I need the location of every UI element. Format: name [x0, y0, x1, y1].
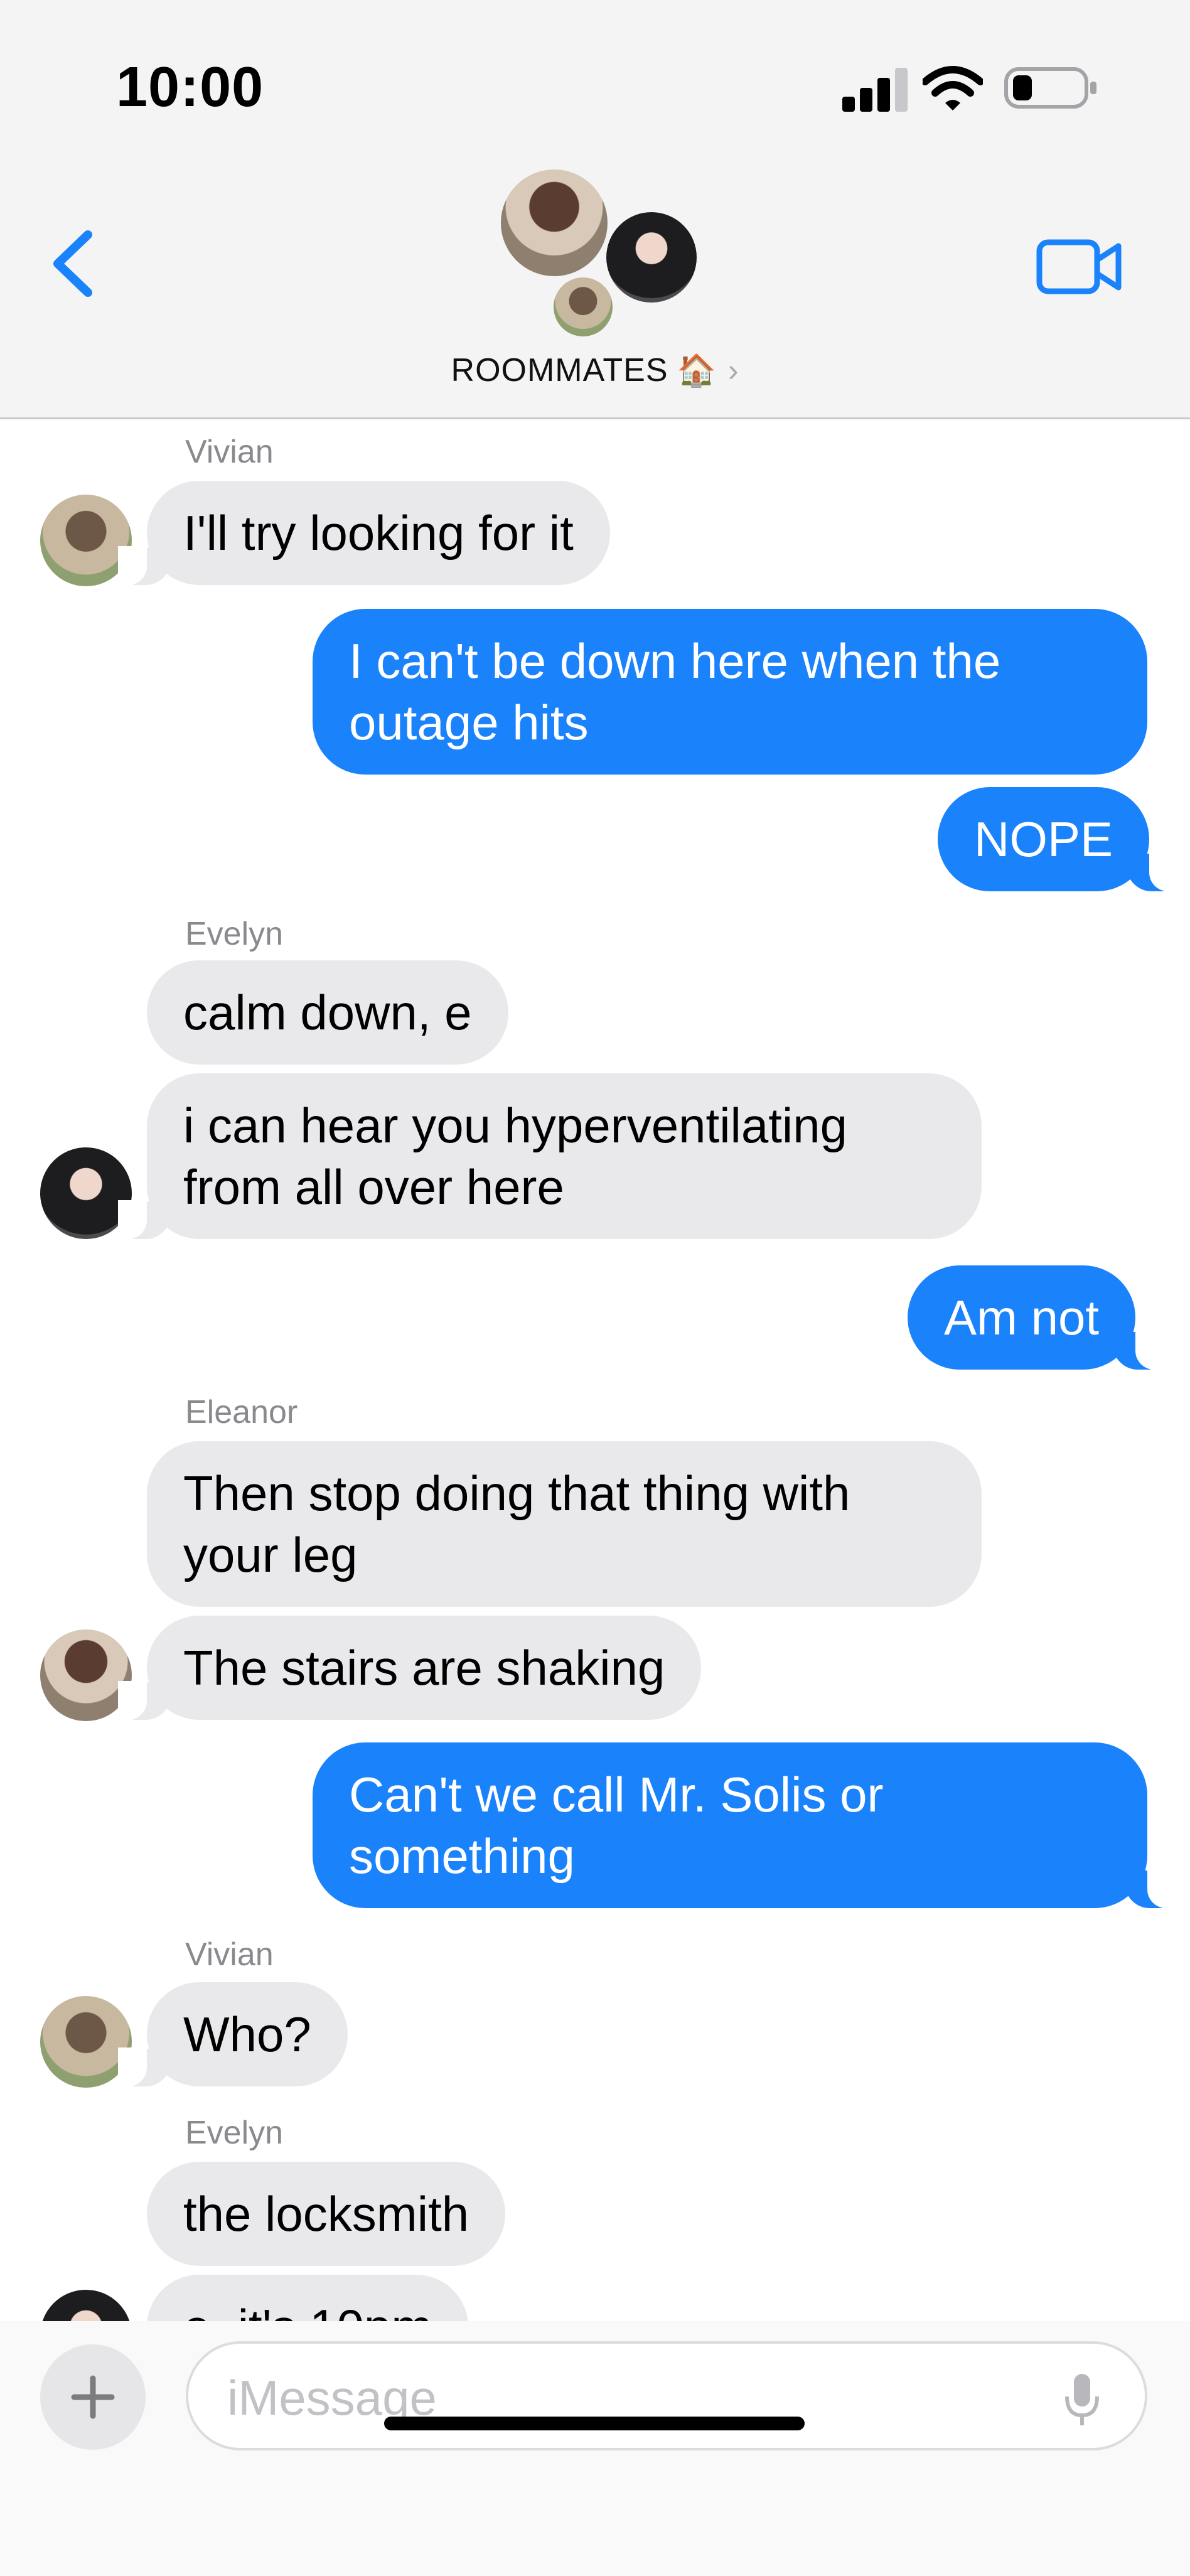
- sender-name: Eleanor: [185, 1394, 298, 1430]
- message-bubble-incoming[interactable]: calm down, e: [147, 960, 508, 1065]
- chevron-right-icon: ›: [727, 353, 739, 388]
- message-bubble-incoming[interactable]: the locksmith: [147, 2162, 506, 2266]
- battery-icon: [1004, 67, 1096, 109]
- message-bubble-outgoing[interactable]: I can't be down here when the outage hit…: [313, 609, 1147, 775]
- message-field[interactable]: [186, 2341, 1147, 2450]
- message-thread[interactable]: Vivian I'll try looking for it I can't b…: [0, 419, 1190, 2321]
- avatar-eleanor: [501, 169, 608, 276]
- sender-name: Vivian: [185, 1936, 274, 1973]
- message-bubble-incoming[interactable]: i can hear you hyperventilating from all…: [118, 1073, 982, 1239]
- message-bubble-incoming[interactable]: The stairs are shaking: [117, 1616, 702, 1720]
- sender-name: Evelyn: [185, 916, 284, 952]
- house-emoji: 🏠: [677, 353, 717, 388]
- microphone-icon[interactable]: [1063, 2371, 1101, 2428]
- video-call-icon[interactable]: [1036, 239, 1123, 295]
- message-bubble-incoming[interactable]: I'll try looking for it: [118, 481, 610, 585]
- back-button[interactable]: [44, 226, 100, 301]
- message-bubble-outgoing[interactable]: NOPE: [938, 787, 1180, 891]
- message-bubble-outgoing[interactable]: Can't we call Mr. Solis or something: [313, 1742, 1177, 1908]
- plus-icon: [71, 2375, 115, 2419]
- compose-bar: [0, 2321, 1190, 2576]
- group-name-label: ROOMMATES: [451, 352, 668, 389]
- apps-button[interactable]: [40, 2344, 146, 2450]
- cellular-signal-icon: [842, 68, 908, 112]
- avatar-evelyn: [606, 212, 697, 303]
- group-name[interactable]: ROOMMATES 🏠 ›: [0, 352, 1190, 389]
- avatar-vivian: [554, 277, 613, 336]
- avatar-evelyn: [40, 2290, 132, 2321]
- sender-name: Evelyn: [185, 2115, 284, 2151]
- message-bubble-outgoing[interactable]: Am not: [908, 1265, 1166, 1370]
- message-bubble-incoming[interactable]: Who?: [118, 1982, 348, 2086]
- status-time: 10:00: [116, 56, 264, 119]
- group-avatar-cluster[interactable]: [496, 169, 703, 339]
- wifi-icon: [923, 66, 983, 110]
- message-bubble-incoming[interactable]: e, it's 10pm: [147, 2275, 469, 2321]
- home-indicator[interactable]: [384, 2417, 805, 2430]
- conversation-header: 10:00 ROOMMATES 🏠 ›: [0, 0, 1190, 419]
- message-bubble-incoming[interactable]: Then stop doing that thing with your leg: [147, 1441, 982, 1607]
- sender-name: Vivian: [185, 434, 274, 470]
